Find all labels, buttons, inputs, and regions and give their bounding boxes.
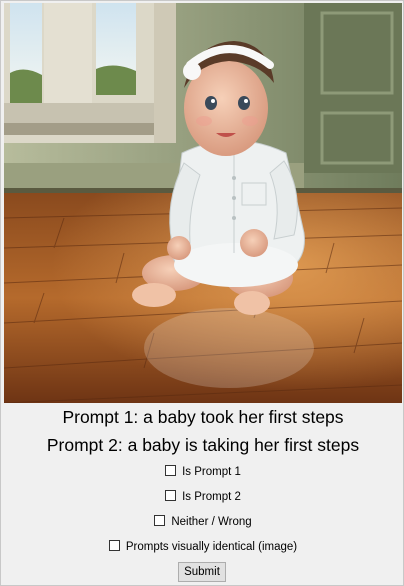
option-neither-wrong[interactable]: Neither / Wrong (1, 515, 404, 528)
option-is-prompt-1[interactable]: Is Prompt 1 (1, 465, 404, 478)
checkbox[interactable] (165, 490, 177, 501)
annotation-window: Prompt 1: a baby took her first steps Pr… (0, 0, 404, 586)
option-label: Is Prompt 2 (182, 491, 241, 503)
option-is-prompt-2[interactable]: Is Prompt 2 (1, 490, 404, 503)
option-label: Neither / Wrong (171, 516, 252, 528)
checkbox[interactable] (154, 515, 166, 526)
checkbox[interactable] (108, 540, 120, 551)
submit-button[interactable]: Submit (178, 562, 226, 582)
option-label: Is Prompt 1 (182, 466, 241, 478)
option-prompts-visually-identical[interactable]: Prompts visually identical (image) (1, 540, 404, 553)
prompt-2-text: Prompt 2: a baby is taking her first ste… (46, 435, 360, 455)
prompt-1-text: Prompt 1: a baby took her first steps (62, 407, 344, 427)
option-label: Prompts visually identical (image) (125, 541, 298, 553)
generated-image (4, 3, 402, 403)
checkbox[interactable] (165, 465, 177, 476)
